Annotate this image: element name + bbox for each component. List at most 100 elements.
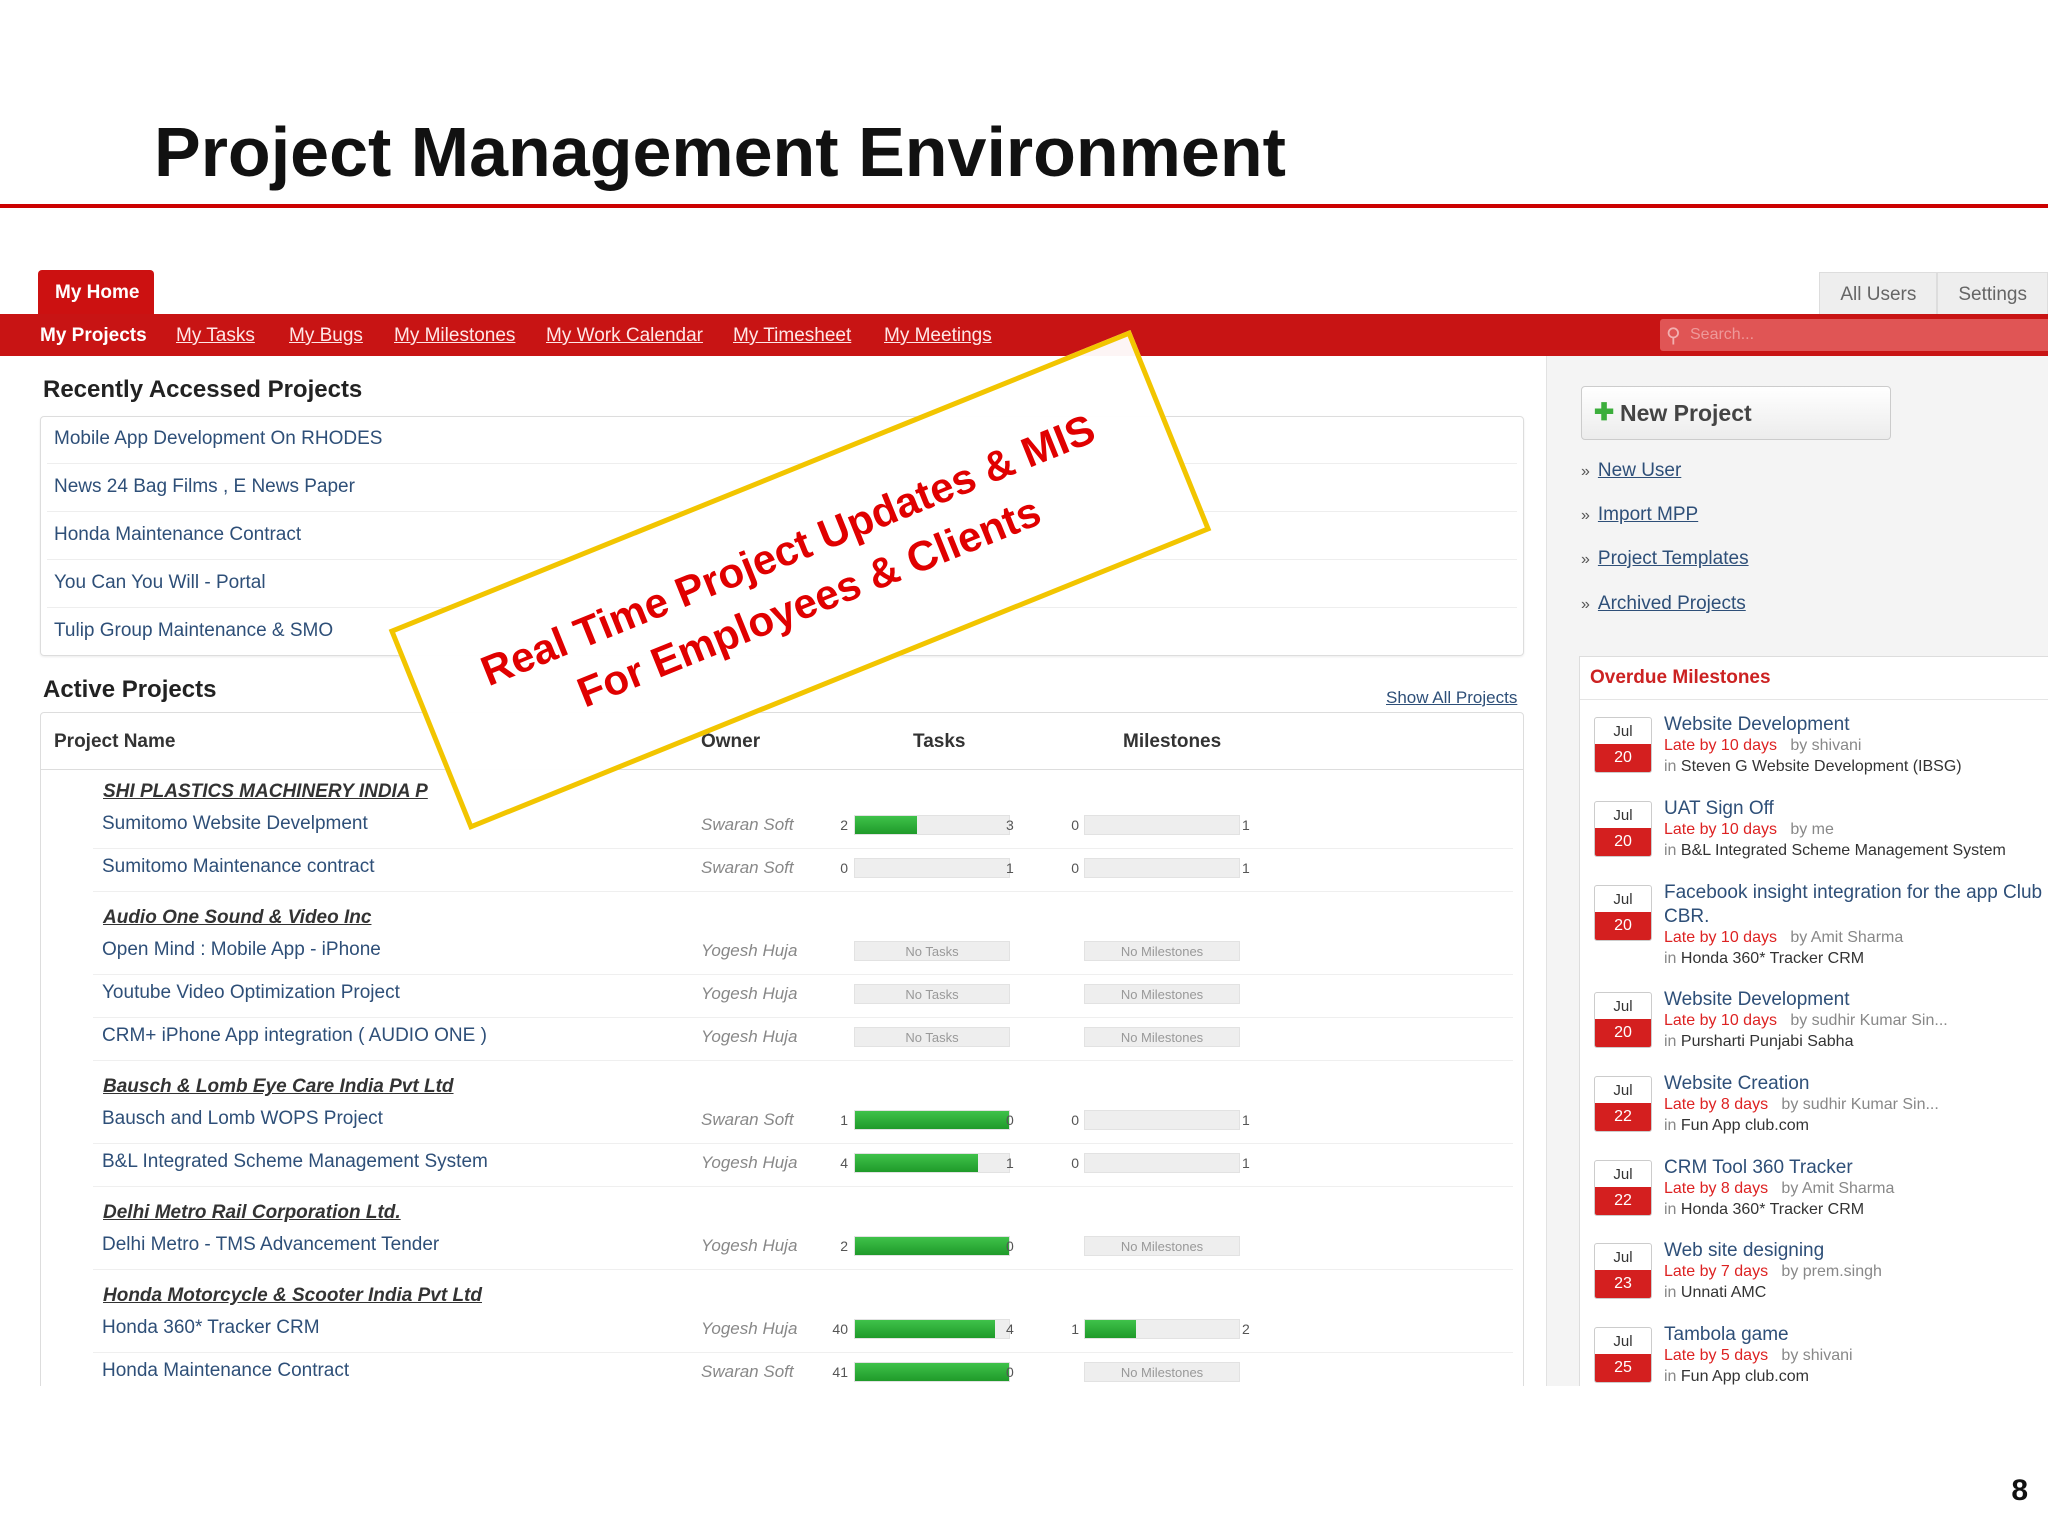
calendar-day: 22 [1595,1103,1651,1131]
milestones-progress-bar [1084,1319,1240,1339]
nav-my-tasks[interactable]: My Tasks [176,325,255,347]
milestone-owner: by Amit Sharma [1781,1180,1895,1197]
active-heading: Active Projects [43,676,217,703]
tasks-progress-fill [855,1111,1009,1129]
calendar-icon: Jul 22 [1594,1076,1652,1132]
calendar-month: Jul [1613,1333,1633,1350]
milestone-late-status: Late by 7 days by prem.singh [1664,1263,1882,1281]
archived-projects-link[interactable]: » Archived Projects [1581,593,1746,615]
late-text: Late by 10 days [1664,737,1777,754]
in-label: in [1664,1117,1681,1134]
milestone-project: in Fun App club.com [1664,1368,1809,1386]
sidebar: ✚ New Project » New User » Import MPP » Pro… [1546,356,2048,1386]
in-label: in [1664,1284,1681,1301]
tasks-progress-bar [854,1110,1010,1130]
tasks-open-count: 0 [1006,1238,1014,1254]
nav-my-projects[interactable]: My Projects [40,325,147,347]
tasks-progress-fill [855,1363,1009,1381]
milestone-project: in Fun App club.com [1664,1117,1809,1135]
recent-item[interactable]: Mobile App Development On RHODES [54,428,382,450]
no-milestones-label: No Milestones [1084,1236,1240,1256]
tasks-progress-bar [854,858,1010,878]
milestones-done-count: 0 [1071,1112,1079,1128]
show-all-projects-link[interactable]: Show All Projects [1386,688,1517,708]
no-tasks-label: No Tasks [854,941,1010,961]
nav-my-work-calendar[interactable]: My Work Calendar [546,325,703,347]
milestone-project: in Honda 360* Tracker CRM [1664,950,1864,968]
slide-title: Project Management Environment [154,113,1286,191]
project-name-link[interactable]: Bausch and Lomb WOPS Project [102,1108,383,1130]
table-row: Youtube Video Optimization Project Yogesh… [41,976,1523,1018]
milestone-name-link[interactable]: Tambola game [1664,1323,2048,1347]
table-row: CRM+ iPhone App integration ( AUDIO ONE … [41,1019,1523,1061]
tasks-progress-bar [854,1153,1010,1173]
table-row: Honda 360* Tracker CRM Yogesh Huja 40 4 1 2 [41,1311,1523,1353]
nav-my-milestones[interactable]: My Milestones [394,325,515,347]
project-name-link[interactable]: CRM+ iPhone App integration ( AUDIO ONE … [102,1025,487,1047]
calendar-icon: Jul 20 [1594,801,1652,857]
project-name-link[interactable]: Sumitomo Website Develpment [102,813,368,835]
title-rule [0,204,2048,208]
active-projects-table: Project Name Owner Tasks Milestones SHI … [40,712,1524,1386]
milestone-project-name: Unnati AMC [1680,1284,1767,1301]
project-name-link[interactable]: Youtube Video Optimization Project [102,982,400,1004]
project-owner: Yogesh Huja [701,1153,798,1172]
tab-my-home[interactable]: My Home [38,270,154,314]
new-user-link[interactable]: » New User [1581,460,1681,482]
calendar-month: Jul [1613,1166,1633,1183]
project-owner: Yogesh Huja [701,1027,798,1046]
in-label: in [1664,758,1681,775]
tab-all-users[interactable]: All Users [1819,272,1938,314]
milestone-name-link[interactable]: CRM Tool 360 Tracker [1664,1156,2048,1180]
company-group-label[interactable]: Audio One Sound & Video Inc [103,907,371,929]
project-name-link[interactable]: Delhi Metro - TMS Advancement Tender [102,1234,439,1256]
recent-item[interactable]: You Can You Will - Portal [54,572,266,594]
milestone-name-link[interactable]: Website Creation [1664,1072,2048,1096]
tasks-progress-bar [854,815,1010,835]
milestone-owner: by Amit Sharma [1790,929,1904,946]
divider [93,1352,1513,1353]
project-templates-link[interactable]: » Project Templates [1581,548,1749,570]
project-name-link[interactable]: Honda 360* Tracker CRM [102,1317,320,1339]
milestone-name-link[interactable]: UAT Sign Off [1664,797,2048,821]
milestones-progress-bar [1084,815,1240,835]
milestone-project: in Honda 360* Tracker CRM [1664,1201,1864,1219]
company-group-label[interactable]: Delhi Metro Rail Corporation Ltd. [103,1202,401,1224]
milestone-name-link[interactable]: Facebook insight integration for the app… [1664,881,2048,929]
milestone-late-status: Late by 10 days by me [1664,821,1834,839]
project-name-link[interactable]: Open Mind : Mobile App - iPhone [102,939,381,961]
recent-item[interactable]: News 24 Bag Films , E News Paper [54,476,355,498]
milestone-name-link[interactable]: Website Development [1664,713,2048,737]
company-group-label[interactable]: SHI PLASTICS MACHINERY INDIA P [103,781,428,803]
recent-item[interactable]: Honda Maintenance Contract [54,524,301,546]
project-name-link[interactable]: Sumitomo Maintenance contract [102,856,374,878]
milestone-late-status: Late by 5 days by shivani [1664,1347,1853,1365]
milestones-open-count: 1 [1242,1155,1250,1171]
import-mpp-link[interactable]: » Import MPP [1581,504,1698,526]
table-row: Sumitomo Maintenance contract Swaran Soft… [41,850,1523,892]
divider [93,848,1513,849]
project-name-link[interactable]: Honda Maintenance Contract [102,1360,349,1382]
search-input[interactable]: ⚲ Search... [1660,319,2048,351]
nav-my-bugs[interactable]: My Bugs [289,325,363,347]
divider [47,463,1517,464]
search-icon: ⚲ [1666,325,1681,347]
calendar-month: Jul [1613,998,1633,1015]
table-row: Delhi Metro - TMS Advancement Tender Yoge… [41,1228,1523,1270]
company-group-label[interactable]: Bausch & Lomb Eye Care India Pvt Ltd [103,1076,454,1098]
in-label: in [1664,950,1681,967]
nav-my-meetings[interactable]: My Meetings [884,325,992,347]
project-owner: Swaran Soft [701,1362,794,1381]
recent-item[interactable]: Tulip Group Maintenance & SMO [54,620,333,642]
company-group-label[interactable]: Honda Motorcycle & Scooter India Pvt Ltd [103,1285,482,1307]
project-name-link[interactable]: B&L Integrated Scheme Management System [102,1151,488,1173]
milestone-name-link[interactable]: Web site designing [1664,1239,2048,1263]
tab-settings[interactable]: Settings [1937,272,2048,314]
calendar-day: 20 [1595,1019,1651,1047]
milestone-name-link[interactable]: Website Development [1664,988,2048,1012]
tasks-progress-fill [855,1154,979,1172]
nav-my-timesheet[interactable]: My Timesheet [733,325,851,347]
tasks-open-count: 0 [1006,1112,1014,1128]
new-project-button[interactable]: ✚ New Project [1581,386,1891,440]
milestone-project-name: Fun App club.com [1680,1368,1809,1385]
